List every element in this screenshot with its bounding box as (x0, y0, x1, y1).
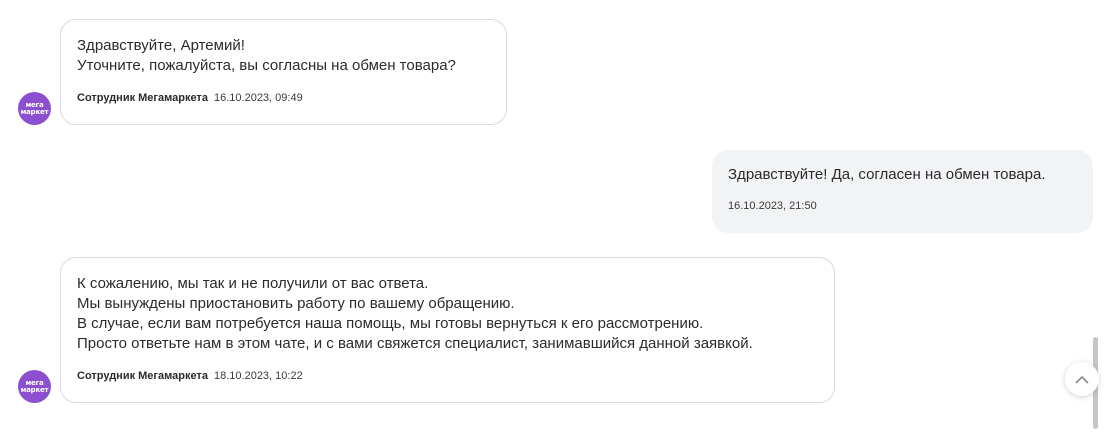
message-text-line: Здравствуйте! Да, согласен на обмен това… (728, 166, 1046, 183)
message-author: Сотрудник Мегамаркета (77, 370, 208, 382)
message-text-line: К сожалению, мы так и не получили от вас… (77, 275, 429, 292)
message-text-line: В случае, если вам потребуется наша помо… (77, 315, 704, 332)
message-text-line: Просто ответьте нам в этом чате, и с вам… (77, 335, 753, 352)
message-bubble-outgoing: Здравствуйте! Да, согласен на обмен това… (712, 150, 1093, 233)
megamarket-avatar: мега маркет (18, 370, 51, 403)
message-text-line: Здравствуйте, Артемий! (77, 37, 245, 54)
message-time: 18.10.2023, 10:22 (214, 370, 303, 382)
megamarket-avatar: мега маркет (18, 92, 51, 125)
avatar-text-line2: маркет (20, 107, 49, 116)
message-bubble-incoming: К сожалению, мы так и не получили от вас… (60, 257, 835, 403)
message-text-line: Уточните, пожалуйста, вы согласны на обм… (77, 57, 456, 74)
message-meta: Сотрудник Мегамаркета 18.10.2023, 10:22 (77, 369, 818, 383)
chevron-up-icon (1075, 375, 1089, 383)
message-text-line: Мы вынуждены приостановить работу по ваш… (77, 295, 515, 312)
chat-thread: мега маркет Здравствуйте, Артемий! Уточн… (0, 0, 1110, 441)
message-time: 16.10.2023, 21:50 (728, 200, 817, 212)
message-time: 16.10.2023, 09:49 (214, 92, 303, 104)
message-bubble-incoming: Здравствуйте, Артемий! Уточните, пожалуй… (60, 19, 507, 125)
avatar-text-line2: маркет (20, 385, 49, 394)
message-author: Сотрудник Мегамаркета (77, 92, 208, 104)
scroll-to-top-button[interactable] (1065, 362, 1099, 396)
message-meta: Сотрудник Мегамаркета 16.10.2023, 09:49 (77, 91, 490, 105)
message-meta: 16.10.2023, 21:50 (728, 199, 1077, 213)
